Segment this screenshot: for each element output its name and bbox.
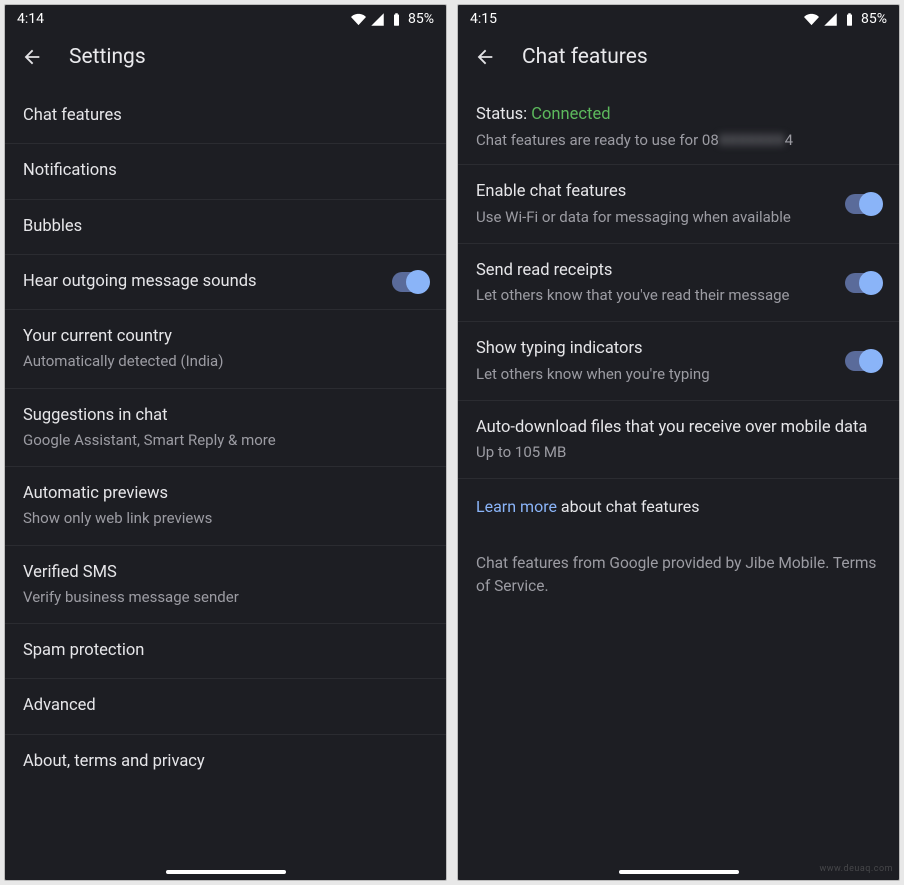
- row-sub: Show only web link previews: [23, 508, 428, 528]
- status-icons: 85%: [804, 11, 887, 27]
- toggle-outgoing-sounds[interactable]: [392, 272, 428, 292]
- row-title: Auto-download files that you receive ove…: [476, 417, 881, 439]
- row-title: Bubbles: [23, 216, 428, 238]
- row-title: Suggestions in chat: [23, 405, 428, 427]
- row-about[interactable]: About, terms and privacy: [5, 735, 446, 789]
- row-title: About, terms and privacy: [23, 751, 428, 773]
- back-icon[interactable]: [474, 46, 496, 68]
- toggle-typing-indicators[interactable]: [845, 351, 881, 371]
- signal-icon: [370, 12, 385, 27]
- row-title: Advanced: [23, 695, 428, 717]
- row-sub: Use Wi-Fi or data for messaging when ava…: [476, 207, 833, 227]
- app-bar: Settings: [5, 31, 446, 89]
- page-title: Chat features: [522, 45, 648, 69]
- chat-features-list: Enable chat features Use Wi-Fi or data fo…: [458, 165, 899, 880]
- row-sub: Up to 105 MB: [476, 442, 881, 462]
- row-previews[interactable]: Automatic previews Show only web link pre…: [5, 467, 446, 546]
- settings-list: Chat features Notifications Bubbles Hear…: [5, 89, 446, 880]
- row-country[interactable]: Your current country Automatically detect…: [5, 310, 446, 389]
- battery-icon: [389, 12, 404, 27]
- status-sub-prefix: Chat features are ready to use for 08: [476, 131, 719, 149]
- row-title: Automatic previews: [23, 483, 428, 505]
- row-sub: Verify business message sender: [23, 587, 428, 607]
- row-auto-download[interactable]: Auto-download files that you receive ove…: [458, 401, 899, 480]
- battery-text: 85%: [861, 11, 887, 27]
- status-time: 4:14: [17, 11, 44, 27]
- row-chat-features[interactable]: Chat features: [5, 89, 446, 144]
- row-outgoing-sounds[interactable]: Hear outgoing message sounds: [5, 255, 446, 310]
- status-value: Connected: [531, 105, 610, 124]
- row-enable-chat[interactable]: Enable chat features Use Wi-Fi or data fo…: [458, 165, 899, 244]
- row-title: Notifications: [23, 160, 428, 182]
- row-title: Verified SMS: [23, 562, 428, 584]
- wifi-icon: [804, 12, 819, 27]
- learn-more-block: Learn more about chat features: [458, 479, 899, 534]
- row-title: Show typing indicators: [476, 338, 833, 360]
- learn-more-tail: about chat features: [557, 497, 700, 516]
- connection-status: Status: Connected Chat features are read…: [458, 89, 899, 165]
- row-read-receipts[interactable]: Send read receipts Let others know that y…: [458, 244, 899, 323]
- status-bar: 4:15 85%: [458, 5, 899, 31]
- row-title: Your current country: [23, 326, 428, 348]
- toggle-enable-chat[interactable]: [845, 194, 881, 214]
- row-advanced[interactable]: Advanced: [5, 679, 446, 734]
- row-title: Hear outgoing message sounds: [23, 271, 380, 293]
- status-sub-hidden: XXXXXXX: [719, 130, 785, 150]
- wifi-icon: [351, 12, 366, 27]
- phone-left: 4:14 85% Settings Chat features Notifica…: [4, 4, 447, 881]
- nav-handle[interactable]: [166, 870, 286, 874]
- row-bubbles[interactable]: Bubbles: [5, 200, 446, 255]
- page-title: Settings: [69, 45, 146, 69]
- battery-text: 85%: [408, 11, 434, 27]
- nav-handle[interactable]: [619, 870, 739, 874]
- row-title: Spam protection: [23, 640, 428, 662]
- row-sub: Let others know that you've read their m…: [476, 285, 833, 305]
- row-title: Enable chat features: [476, 181, 833, 203]
- status-icons: 85%: [351, 11, 434, 27]
- learn-more-link[interactable]: Learn more: [476, 497, 557, 516]
- provider-footer: Chat features from Google provided by Ji…: [458, 534, 899, 615]
- status-label: Status:: [476, 105, 527, 124]
- row-typing-indicators[interactable]: Show typing indicators Let others know wh…: [458, 322, 899, 401]
- status-sub: Chat features are ready to use for 08XXX…: [476, 130, 881, 150]
- status-bar: 4:14 85%: [5, 5, 446, 31]
- phone-right: 4:15 85% Chat features Status: Connected…: [457, 4, 900, 881]
- row-notifications[interactable]: Notifications: [5, 144, 446, 199]
- row-sub: Automatically detected (India): [23, 351, 428, 371]
- toggle-read-receipts[interactable]: [845, 273, 881, 293]
- row-suggestions[interactable]: Suggestions in chat Google Assistant, Sma…: [5, 389, 446, 468]
- row-sub: Let others know when you're typing: [476, 364, 833, 384]
- signal-icon: [823, 12, 838, 27]
- status-time: 4:15: [470, 11, 497, 27]
- battery-icon: [842, 12, 857, 27]
- row-sub: Google Assistant, Smart Reply & more: [23, 430, 428, 450]
- row-verified-sms[interactable]: Verified SMS Verify business message send…: [5, 546, 446, 625]
- app-bar: Chat features: [458, 31, 899, 89]
- watermark: www.deuaq.com: [819, 864, 893, 874]
- row-title: Send read receipts: [476, 260, 833, 282]
- back-icon[interactable]: [21, 46, 43, 68]
- status-sub-suffix: 4: [785, 131, 793, 149]
- row-title: Chat features: [23, 105, 428, 127]
- row-spam[interactable]: Spam protection: [5, 624, 446, 679]
